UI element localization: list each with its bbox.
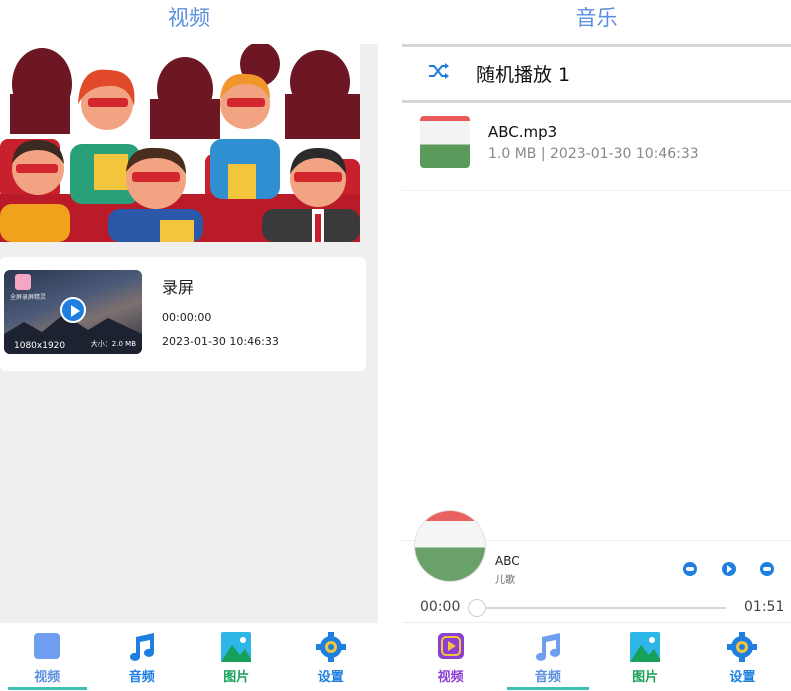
image-icon bbox=[630, 632, 661, 662]
gear-icon bbox=[315, 632, 346, 662]
music-panel: 音乐 随机播放 1 ABC.mp3 1.0 MB | 2023-01-30 10… bbox=[402, 0, 791, 691]
cinema-illustration bbox=[0, 44, 360, 242]
nav-item-image[interactable]: 图片 bbox=[597, 623, 694, 691]
shuffle-label: 随机播放 1 bbox=[476, 64, 571, 86]
player-artist: 儿歌 bbox=[495, 575, 515, 586]
nav-selected-indicator bbox=[507, 687, 589, 690]
gear-icon bbox=[727, 632, 758, 662]
current-time: 00:00 bbox=[420, 599, 461, 615]
image-icon bbox=[221, 632, 252, 662]
next-icon[interactable] bbox=[760, 562, 774, 576]
nav-label-image: 图片 bbox=[223, 670, 250, 685]
nav-item-audio[interactable]: 音频 bbox=[95, 623, 190, 691]
video-date: 2023-01-30 10:46:33 bbox=[162, 335, 279, 348]
nav-label-video: 视频 bbox=[34, 670, 61, 685]
nav-label-settings: 设置 bbox=[317, 670, 344, 685]
song-name: ABC.mp3 bbox=[488, 123, 558, 141]
panel-divider bbox=[378, 0, 402, 691]
nav-selected-indicator bbox=[8, 687, 87, 690]
page-title-bar: 视频 bbox=[0, 0, 378, 44]
nav-item-settings[interactable]: 设置 bbox=[284, 623, 379, 691]
progress-knob[interactable] bbox=[468, 599, 486, 617]
video-thumbnail[interactable]: 全屏录屏精灵 1080x1920 大小：2.0 MB bbox=[4, 270, 142, 354]
video-list-item[interactable]: 全屏录屏精灵 1080x1920 大小：2.0 MB 录屏 00:00:00 2… bbox=[0, 257, 366, 371]
video-duration: 00:00:00 bbox=[162, 311, 212, 324]
video-play-icon bbox=[437, 633, 464, 659]
page-title: 音乐 bbox=[575, 6, 618, 30]
app-name: 全屏录屏精灵 bbox=[10, 294, 47, 301]
video-title: 录屏 bbox=[162, 278, 195, 297]
nav-item-settings[interactable]: 设置 bbox=[694, 623, 791, 691]
shuffle-play-button[interactable]: 随机播放 1 bbox=[402, 44, 791, 103]
music-icon bbox=[535, 633, 560, 661]
video-panel: 视频 全屏录屏精灵 1080x1920 大小：2.0 MB 录屏 00:00:0… bbox=[0, 0, 378, 691]
nav-label-settings: 设置 bbox=[729, 670, 756, 685]
total-time: 01:51 bbox=[744, 599, 785, 615]
nav-label-audio: 音频 bbox=[128, 670, 155, 685]
nav-item-audio[interactable]: 音频 bbox=[499, 623, 596, 691]
music-icon bbox=[129, 633, 154, 661]
shuffle-icon bbox=[429, 63, 449, 79]
nav-label-video: 视频 bbox=[437, 670, 464, 685]
page-title-bar: 音乐 bbox=[402, 0, 791, 44]
bottom-nav: 视频 音频 图片 设置 bbox=[402, 622, 791, 691]
nav-item-image[interactable]: 图片 bbox=[189, 623, 284, 691]
nav-item-video[interactable]: 视频 bbox=[0, 623, 95, 691]
player-album-disc[interactable] bbox=[415, 511, 485, 581]
song-list-item[interactable]: ABC.mp3 1.0 MB | 2023-01-30 10:46:33 bbox=[402, 102, 791, 191]
album-cover bbox=[420, 116, 470, 168]
nav-label-audio: 音频 bbox=[534, 670, 561, 685]
nav-label-image: 图片 bbox=[632, 670, 659, 685]
cinema-banner bbox=[0, 44, 360, 242]
progress-track[interactable] bbox=[476, 607, 726, 609]
video-icon bbox=[34, 633, 61, 659]
bottom-nav: 视频 音频 图片 设置 bbox=[0, 623, 378, 691]
video-size: 大小：2.0 MB bbox=[90, 340, 136, 348]
play-icon[interactable] bbox=[60, 297, 86, 323]
player-song-title: ABC bbox=[495, 554, 520, 568]
app-logo-icon bbox=[15, 274, 31, 290]
mini-player: ABC 儿歌 00:00 01:51 bbox=[402, 511, 791, 621]
previous-icon[interactable] bbox=[683, 562, 697, 576]
play-icon[interactable] bbox=[722, 562, 736, 576]
song-meta: 1.0 MB | 2023-01-30 10:46:33 bbox=[488, 146, 699, 162]
nav-item-video[interactable]: 视频 bbox=[402, 623, 499, 691]
page-title: 视频 bbox=[168, 6, 210, 30]
video-resolution: 1080x1920 bbox=[14, 341, 66, 351]
